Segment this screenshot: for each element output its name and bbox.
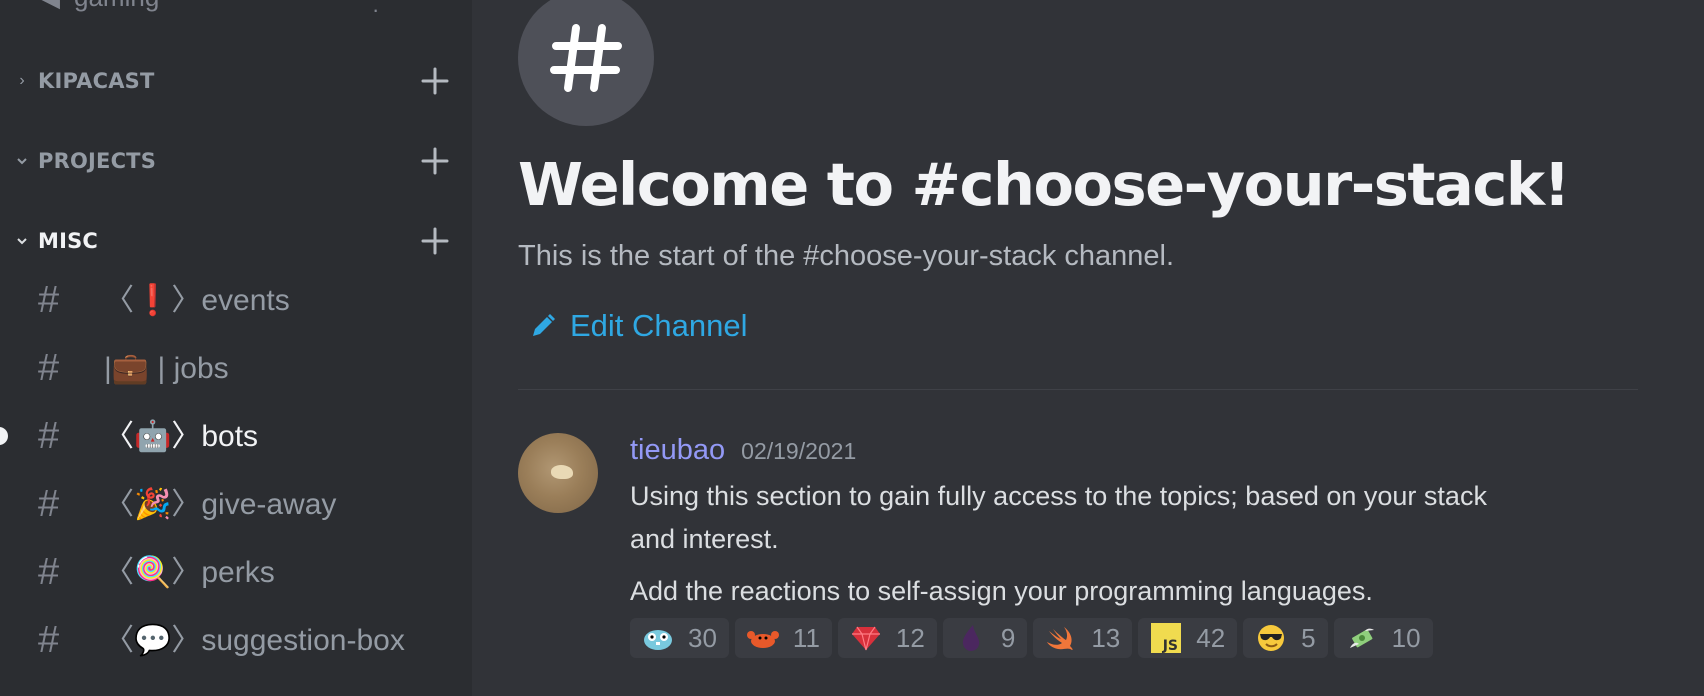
channel-item-events[interactable]: # 〈❗〉events (0, 272, 472, 328)
hashtag-icon: # (38, 551, 60, 593)
reaction-count: 13 (1091, 622, 1121, 653)
avatar[interactable] (518, 433, 598, 513)
channel-label: 〈💬〉suggestion-box (104, 624, 405, 657)
pencil-icon (533, 314, 555, 336)
avatar-image-detail (551, 465, 573, 479)
speaker-icon: ◀ (40, 0, 60, 13)
reaction-bar: 30 11 12 9 13 JS 42 5 10 (630, 618, 1433, 658)
welcome-title: Welcome to #choose-your-stack! (518, 150, 1570, 219)
category-kipacast[interactable]: › KIPACAST (0, 59, 472, 103)
category-projects[interactable]: PROJECTS (0, 139, 472, 183)
reaction-ruby[interactable]: 12 (837, 618, 937, 658)
channel-item-suggestion-box[interactable]: # 〈💬〉suggestion-box (0, 612, 472, 668)
message-text-line: Add the reactions to self-assign your pr… (630, 576, 1373, 606)
gopher-icon (642, 624, 674, 652)
category-label: MISC (38, 229, 99, 253)
reaction-elixir[interactable]: 9 (942, 618, 1028, 658)
channel-item-perks[interactable]: # 〈🍭〉perks (0, 544, 472, 600)
channel-label: 〈🤖〉bots (104, 420, 259, 453)
svg-text:JS: JS (1162, 638, 1178, 653)
category-label: KIPACAST (38, 69, 155, 93)
chevron-down-icon (17, 238, 27, 245)
category-misc[interactable]: MISC (0, 219, 472, 263)
divider (518, 389, 1638, 390)
reaction-count: 30 (688, 622, 717, 653)
add-channel-icon[interactable] (420, 146, 450, 176)
message-header: tieubao 02/19/2021 (630, 434, 856, 467)
message-timestamp: 02/19/2021 (741, 438, 857, 464)
unread-indicator (0, 427, 8, 445)
channel-main: Welcome to #choose-your-stack! This is t… (472, 0, 1704, 696)
reaction-money-wings[interactable]: 10 (1333, 618, 1433, 658)
js-logo-icon: JS (1150, 623, 1182, 653)
channel-label: |💼 | jobs (104, 352, 229, 385)
reaction-count: 10 (1391, 622, 1421, 653)
hashtag-icon (550, 24, 622, 92)
channel-item-jobs[interactable]: # |💼 | jobs (0, 340, 472, 396)
hashtag-icon: # (38, 347, 60, 389)
ruby-gem-icon (850, 624, 882, 652)
sunglasses-face-icon (1255, 624, 1287, 652)
reaction-count: 42 (1196, 622, 1226, 653)
edit-channel-label: Edit Channel (570, 308, 748, 343)
add-channel-icon[interactable] (420, 66, 450, 96)
channel-item-gaming[interactable]: ◀ gaming ·· · (40, 0, 379, 22)
chevron-right-icon: › (19, 72, 25, 89)
category-label: PROJECTS (38, 149, 157, 173)
welcome-subtitle: This is the start of the #choose-your-st… (518, 240, 1175, 272)
crab-icon (746, 624, 779, 652)
hashtag-icon: # (38, 619, 60, 661)
channel-sidebar: ◀ gaming ·· · › KIPACAST PROJECTS MISC #… (0, 0, 472, 696)
message-text-line: and interest. (630, 524, 779, 554)
reaction-gopher[interactable]: 30 (630, 618, 729, 658)
reaction-sunglasses[interactable]: 5 (1243, 618, 1328, 658)
channel-label: 〈❗〉events (104, 284, 290, 317)
channel-label: 〈🎉〉give-away (104, 488, 337, 521)
reaction-count: 12 (895, 622, 925, 653)
chevron-down-icon (17, 158, 27, 165)
swift-bird-icon (1045, 624, 1077, 652)
elixir-drop-icon (955, 624, 987, 652)
hashtag-icon: # (38, 483, 60, 525)
message-text-line: Using this section to gain fully access … (630, 481, 1487, 511)
reaction-crab[interactable]: 11 (734, 618, 832, 658)
reaction-count: 11 (792, 622, 820, 653)
channel-label: 〈🍭〉perks (104, 556, 275, 589)
reaction-count: 9 (1000, 622, 1016, 653)
channel-item-give-away[interactable]: # 〈🎉〉give-away (0, 476, 472, 532)
channel-item-bots[interactable]: # 〈🤖〉bots (0, 408, 472, 464)
reaction-swift[interactable]: 13 (1033, 618, 1133, 658)
channel-hashtag-avatar (518, 0, 654, 126)
reaction-count: 5 (1301, 622, 1316, 653)
hashtag-icon: # (38, 279, 60, 321)
hashtag-icon: # (38, 415, 60, 457)
reaction-javascript[interactable]: JS 42 (1138, 618, 1238, 658)
add-channel-icon[interactable] (420, 226, 450, 256)
money-wings-icon (1346, 624, 1378, 652)
channel-label: gaming (74, 0, 159, 13)
voice-users-icon: ·· · (372, 0, 386, 22)
message-author[interactable]: tieubao (630, 434, 725, 467)
edit-channel-button[interactable]: Edit Channel (530, 304, 748, 348)
